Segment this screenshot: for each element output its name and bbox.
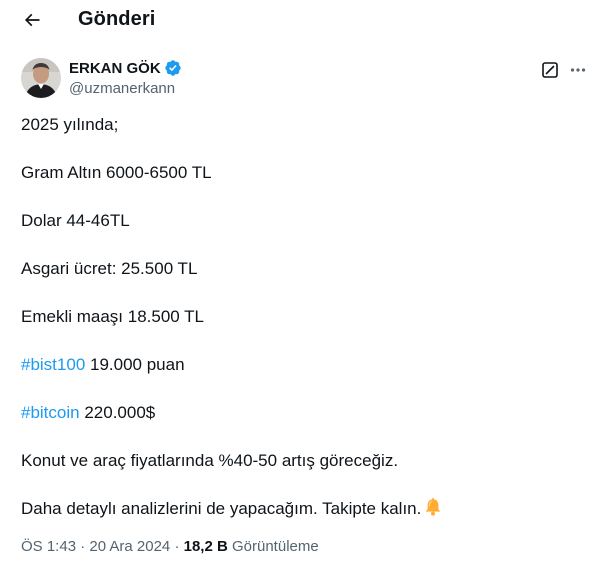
page-header: Gönderi xyxy=(0,0,598,40)
hashtag-link[interactable]: #bist100 xyxy=(21,355,85,374)
tweet-actions xyxy=(541,61,587,79)
tweet-line: Konut ve araç fiyatlarında %40-50 artış … xyxy=(21,451,399,470)
tweet-text: 2025 yılında; Gram Altın 6000-6500 TL Do… xyxy=(21,113,581,521)
tweet-line: Asgari ücret: 25.500 TL xyxy=(21,259,198,278)
avatar[interactable] xyxy=(21,58,61,98)
author-name[interactable]: ERKAN GÖK xyxy=(69,60,161,77)
author-handle[interactable]: @uzmanerkann xyxy=(69,80,175,97)
avatar-image xyxy=(21,58,61,98)
page-title: Gönderi xyxy=(78,8,156,30)
tweet-line: Daha detaylı analizlerini de yapacağım. … xyxy=(21,497,581,521)
verified-badge-icon[interactable] xyxy=(164,59,182,77)
tweet-timestamp[interactable]: ÖS 1:43 · 20 Ara 2024 xyxy=(21,538,170,555)
tweet-line: Emekli maaşı 18.500 TL xyxy=(21,307,204,326)
hashtag-link[interactable]: #bitcoin xyxy=(21,403,80,422)
tweet-line-text: 220.000$ xyxy=(79,403,156,422)
views-label: Görüntüleme xyxy=(227,538,319,555)
views-count: 18,2 B xyxy=(183,538,228,555)
name-row: ERKAN GÖK xyxy=(69,59,182,77)
tweet-meta: ÖS 1:43 · 20 Ara 2024 · 18,2 B Görüntüle… xyxy=(21,538,319,555)
bell-emoji-icon xyxy=(423,497,443,524)
tweet-line: Gram Altın 6000-6500 TL xyxy=(21,163,212,182)
tweet-line-text: 19.000 puan xyxy=(85,355,185,374)
arrow-left-icon xyxy=(24,13,40,27)
tweet-line: 2025 yılında; xyxy=(21,115,119,134)
more-horizontal-icon[interactable] xyxy=(569,61,587,79)
tweet-line: Dolar 44-46TL xyxy=(21,211,130,230)
tweet-line: #bist100 19.000 puan xyxy=(21,353,581,377)
grok-icon[interactable] xyxy=(541,61,559,79)
tweet-line: #bitcoin 220.000$ xyxy=(21,401,581,425)
back-button[interactable] xyxy=(18,6,46,34)
meta-separator: · xyxy=(170,538,184,555)
tweet-line-text: Daha detaylı analizlerini de yapacağım. … xyxy=(21,499,422,518)
tweet-author: ERKAN GÖK @uzmanerkann xyxy=(21,58,581,100)
